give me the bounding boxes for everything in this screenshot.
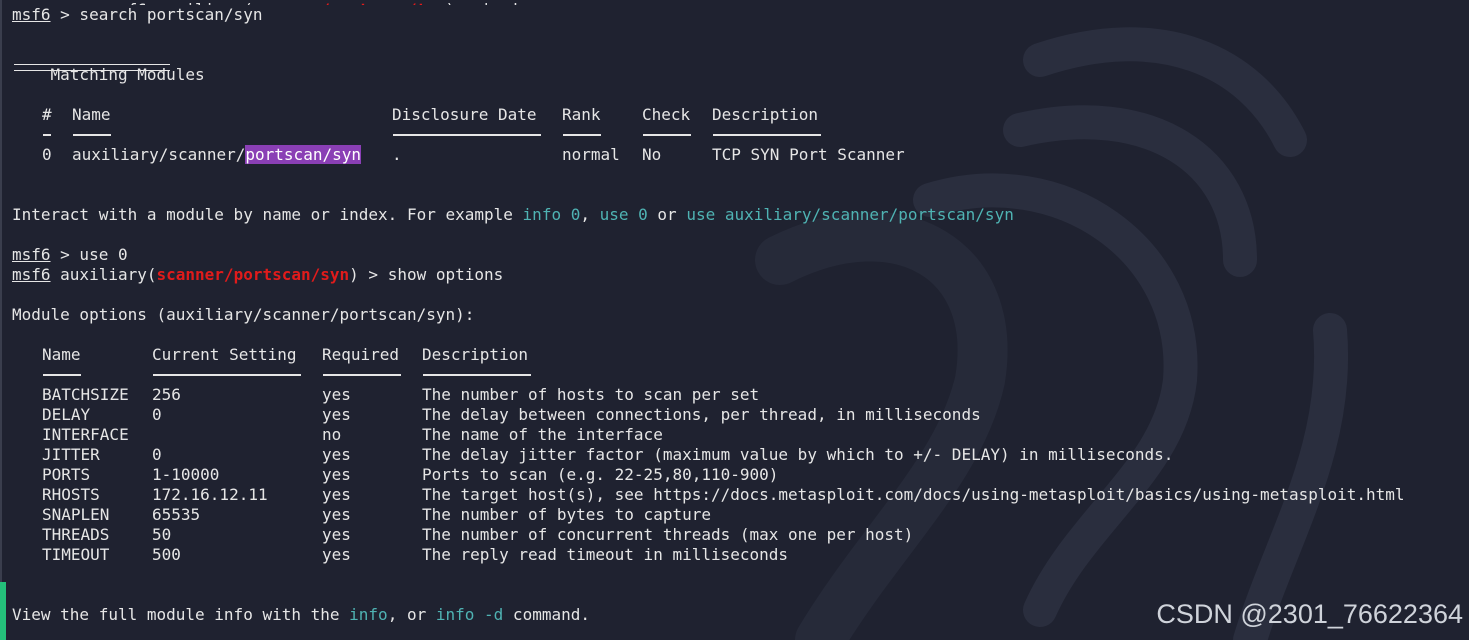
option-row: DELAY 0 yes The delay between connections, … [12,405,1462,425]
prompt-label: msf6 [12,5,51,24]
options-table-header: Name Current Setting Required Descriptio… [12,345,1462,365]
option-row: PORTS 1-10000 yes Ports to scan (e.g. 22-25… [12,465,1462,485]
hint-cmd-info: info 0 [522,205,581,224]
opt-description: The delay between connections, per threa… [422,405,981,424]
module-options-title: Module options (auxiliary/scanner/portsc… [12,305,475,324]
prompt-label: msf6 [12,265,51,284]
opt-required: yes [322,405,351,424]
opt-header-description: Description [422,345,528,364]
opt-setting: 172.16.12.11 [152,485,268,504]
terminal-output: msf6 auxiliary(scanner/portscan/tcp) > b… [12,0,1462,625]
result-check: No [642,145,662,164]
option-row: TIMEOUT 500 yes The reply read timeout in m… [12,545,1462,565]
opt-required: yes [322,485,351,504]
prompt-module-name: scanner/portscan/syn [156,265,350,284]
option-row: RHOSTS 172.16.12.11 yes The target host(s),… [12,485,1462,505]
option-row: SNAPLEN 65535 yes The number of bytes to ca… [12,505,1462,525]
opt-description: The number of bytes to capture [422,505,711,524]
opt-name: JITTER [42,445,100,464]
footer-cmd-info: info [349,605,388,624]
opt-header-required: Required [322,345,400,364]
opt-required: yes [322,505,351,524]
option-row: THREADS 50 yes The number of concurrent thr… [12,525,1462,545]
terminal-edge [0,0,2,582]
result-date: . [392,145,402,164]
col-header-name: Name [72,105,111,124]
opt-header-name: Name [42,345,81,364]
result-name: auxiliary/scanner/portscan/syn [72,145,361,164]
opt-description: The delay jitter factor (maximum value b… [422,445,1174,464]
opt-description: The name of the interface [422,425,663,444]
opt-name: SNAPLEN [42,505,110,524]
hint-cmd-use-index: use 0 [599,205,648,224]
opt-required: yes [322,445,351,464]
csdn-watermark: CSDN @2301_76622364 [1156,599,1463,629]
opt-name: DELAY [42,405,91,424]
search-table-header: # Name Disclosure Date Rank Check Descri… [12,105,1462,125]
footer-cmd-info-d: info -d [435,605,504,624]
opt-description: The reply read timeout in milliseconds [422,545,789,564]
col-header-rank: Rank [562,105,601,124]
use-command: > use 0 [50,245,128,264]
opt-name: INTERFACE [42,425,129,444]
opt-required: yes [322,465,351,484]
opt-name: RHOSTS [42,485,100,504]
search-command: > search portscan/syn [50,5,263,24]
terminal-line-show-options: msf6 auxiliary(scanner/portscan/syn) > s… [12,265,504,284]
scroll-marker-bar [0,582,6,640]
opt-required: no [322,425,342,444]
search-result-row[interactable]: 0 auxiliary/scanner/portscan/syn . norma… [12,145,1462,165]
opt-setting: 500 [152,545,181,564]
options-table-body: BATCHSIZE 256 yes The number of hosts to sc… [12,385,1462,565]
option-row: JITTER 0 yes The delay jitter factor (maxim… [12,445,1462,465]
matching-modules-title-line: Matching Modules [12,45,1462,84]
opt-setting: 1-10000 [152,465,220,484]
result-index: 0 [42,145,52,164]
opt-description: The number of hosts to scan per set [422,385,760,404]
search-match-highlight: portscan/syn [245,145,361,164]
options-table-divider [12,365,1462,385]
interact-hint-line: Interact with a module by name or index.… [12,205,1014,224]
option-row: INTERFACE no The name of the interface [12,425,1462,445]
terminal-line-search: msf6 > search portscan/syn [12,5,1462,25]
col-header-date: Disclosure Date [392,105,537,124]
opt-required: yes [322,545,351,564]
opt-required: yes [322,385,351,404]
col-header-check: Check [642,105,691,124]
hint-cmd-use-name: use auxiliary/scanner/portscan/syn [686,205,1014,224]
opt-name: TIMEOUT [42,545,110,564]
terminal-line-use: msf6 > use 0 [12,245,1462,265]
opt-description: The number of concurrent threads (max on… [422,525,914,544]
opt-name: BATCHSIZE [42,385,129,404]
opt-description: The target host(s), see https://docs.met… [422,485,1405,504]
opt-setting: 65535 [152,505,201,524]
opt-name: THREADS [42,525,110,544]
col-header-index: # [42,105,52,124]
opt-setting: 0 [152,405,162,424]
opt-header-setting: Current Setting [152,345,297,364]
result-rank: normal [562,145,620,164]
prompt-label: msf6 [12,245,51,264]
opt-setting: 0 [152,445,162,464]
opt-setting: 50 [152,525,172,544]
col-header-description: Description [712,105,818,124]
result-description: TCP SYN Port Scanner [712,145,905,164]
opt-required: yes [322,525,351,544]
search-table-divider [12,125,1462,145]
opt-description: Ports to scan (e.g. 22-25,80,110-900) [422,465,779,484]
option-row: BATCHSIZE 256 yes The number of hosts to sc… [12,385,1462,405]
opt-name: PORTS [42,465,91,484]
opt-setting: 256 [152,385,181,404]
